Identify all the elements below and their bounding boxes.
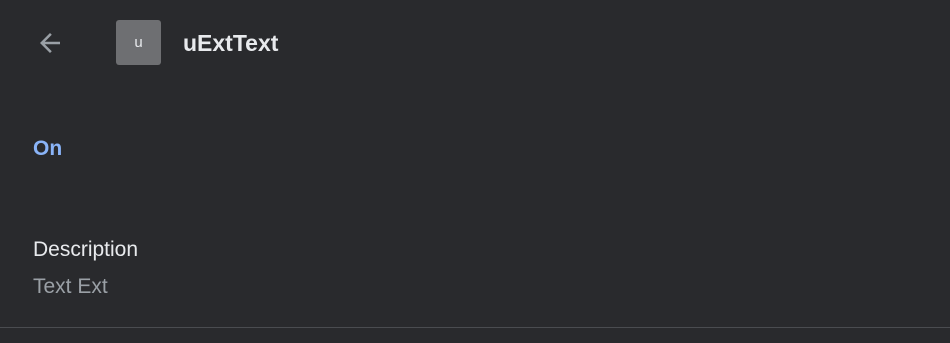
arrow-back-icon xyxy=(35,28,65,58)
description-label: Description xyxy=(33,238,139,261)
description-value: Text Ext xyxy=(33,275,108,298)
page-title: uExtText xyxy=(183,30,279,56)
extension-icon: u xyxy=(116,20,161,65)
page-header: u uExtText xyxy=(0,0,950,86)
extension-details-page: u uExtText On Description Text Ext xyxy=(0,0,950,343)
section-divider xyxy=(0,327,950,328)
back-button[interactable] xyxy=(30,24,70,62)
status-on-text: On xyxy=(33,137,63,160)
